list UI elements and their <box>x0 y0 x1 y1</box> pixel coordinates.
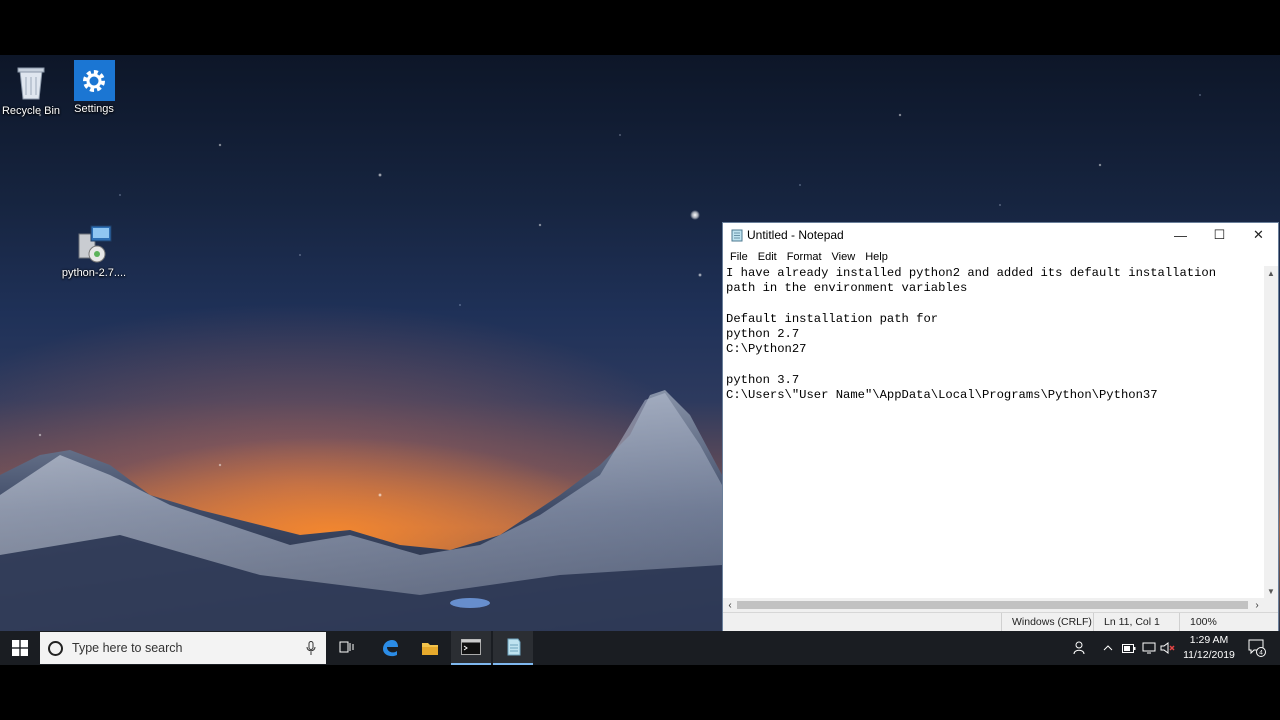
menu-format[interactable]: Format <box>782 251 827 263</box>
chevron-up-icon[interactable] <box>1100 631 1116 665</box>
battery-icon[interactable] <box>1120 631 1138 665</box>
edge-icon <box>383 640 398 657</box>
installer-icon <box>73 223 115 265</box>
status-bar: Windows (CRLF) Ln 11, Col 1 100% <box>723 612 1278 631</box>
clock-time: 1:29 AM <box>1189 634 1229 646</box>
taskbar-app-file-explorer[interactable] <box>410 631 450 665</box>
action-center-button[interactable]: 4 <box>1242 631 1272 665</box>
microphone-icon[interactable] <box>306 640 316 656</box>
horizontal-scrollbar[interactable]: ‹ › <box>723 598 1264 612</box>
scroll-up-icon[interactable]: ▲ <box>1264 266 1278 280</box>
menu-bar: File Edit Format View Help <box>723 247 1278 266</box>
recycle-bin-icon <box>10 61 52 103</box>
clock-date: 11/12/2019 <box>1183 649 1235 661</box>
notification-icon: 4 <box>1248 639 1266 657</box>
windows-logo-icon <box>12 640 28 656</box>
text-editor-area[interactable]: I have already installed python2 and add… <box>723 266 1264 598</box>
desktop-icon-settings[interactable]: Settings <box>59 60 129 115</box>
notepad-window[interactable]: Untitled - Notepad — ☐ ✕ File Edit Forma… <box>722 222 1279 631</box>
desktop-icon-python-installer[interactable]: python-2.7.... <box>59 223 129 279</box>
letterbox-bottom <box>0 665 1280 720</box>
document-text[interactable]: I have already installed python2 and add… <box>723 266 1264 404</box>
taskbar-app-edge[interactable] <box>370 631 410 665</box>
status-cursor-position: Ln 11, Col 1 <box>1093 613 1178 631</box>
menu-file[interactable]: File <box>725 251 753 263</box>
window-title: Untitled - Notepad <box>747 228 844 242</box>
folder-icon <box>422 642 438 655</box>
volume-muted-icon[interactable] <box>1158 631 1178 665</box>
maximize-button[interactable]: ☐ <box>1200 223 1239 247</box>
title-bar[interactable]: Untitled - Notepad — ☐ ✕ <box>723 223 1278 247</box>
horizontal-scroll-thumb[interactable] <box>737 601 1248 609</box>
start-button[interactable] <box>0 631 40 665</box>
notepad-icon <box>507 638 521 656</box>
scroll-down-icon[interactable]: ▼ <box>1264 584 1278 598</box>
cortana-icon <box>48 640 63 656</box>
status-zoom: 100% <box>1179 613 1250 631</box>
scroll-right-icon[interactable]: › <box>1250 598 1264 612</box>
minimize-button[interactable]: — <box>1161 223 1200 247</box>
menu-view[interactable]: View <box>827 251 861 263</box>
people-icon[interactable] <box>1070 631 1090 665</box>
close-button[interactable]: ✕ <box>1239 223 1278 247</box>
scroll-left-icon[interactable]: ‹ <box>723 598 737 612</box>
network-icon[interactable] <box>1140 631 1158 665</box>
notification-count: 4 <box>1259 650 1263 657</box>
letterbox-top <box>0 0 1280 55</box>
vertical-scrollbar[interactable]: ▲ ▼ <box>1264 266 1278 598</box>
task-view-button[interactable] <box>327 631 367 665</box>
system-clock[interactable]: 1:29 AM 11/12/2019 <box>1176 633 1242 663</box>
search-box[interactable]: Type here to search <box>40 632 326 664</box>
task-view-icon <box>339 641 354 653</box>
desktop-icon-recycle-bin[interactable]: Recycle Bin <box>0 61 66 117</box>
scrollbar-corner <box>1264 598 1278 612</box>
menu-help[interactable]: Help <box>860 251 893 263</box>
search-placeholder: Type here to search <box>72 641 183 655</box>
status-encoding: Windows (CRLF) <box>1001 613 1104 631</box>
notepad-icon <box>731 229 743 241</box>
desktop-icon-label: Settings <box>74 103 114 115</box>
menu-edit[interactable]: Edit <box>753 251 782 263</box>
desktop-icon-label: python-2.7.... <box>61 267 127 279</box>
taskbar-app-notepad[interactable] <box>493 631 533 665</box>
desktop-icon-label: Recycle Bin <box>1 105 61 117</box>
command-prompt-icon <box>461 639 481 655</box>
taskbar: Type here to search 1:29 AM 11/12/2019 4 <box>0 631 1280 665</box>
taskbar-app-command-prompt[interactable] <box>451 631 491 665</box>
settings-icon <box>73 60 115 101</box>
